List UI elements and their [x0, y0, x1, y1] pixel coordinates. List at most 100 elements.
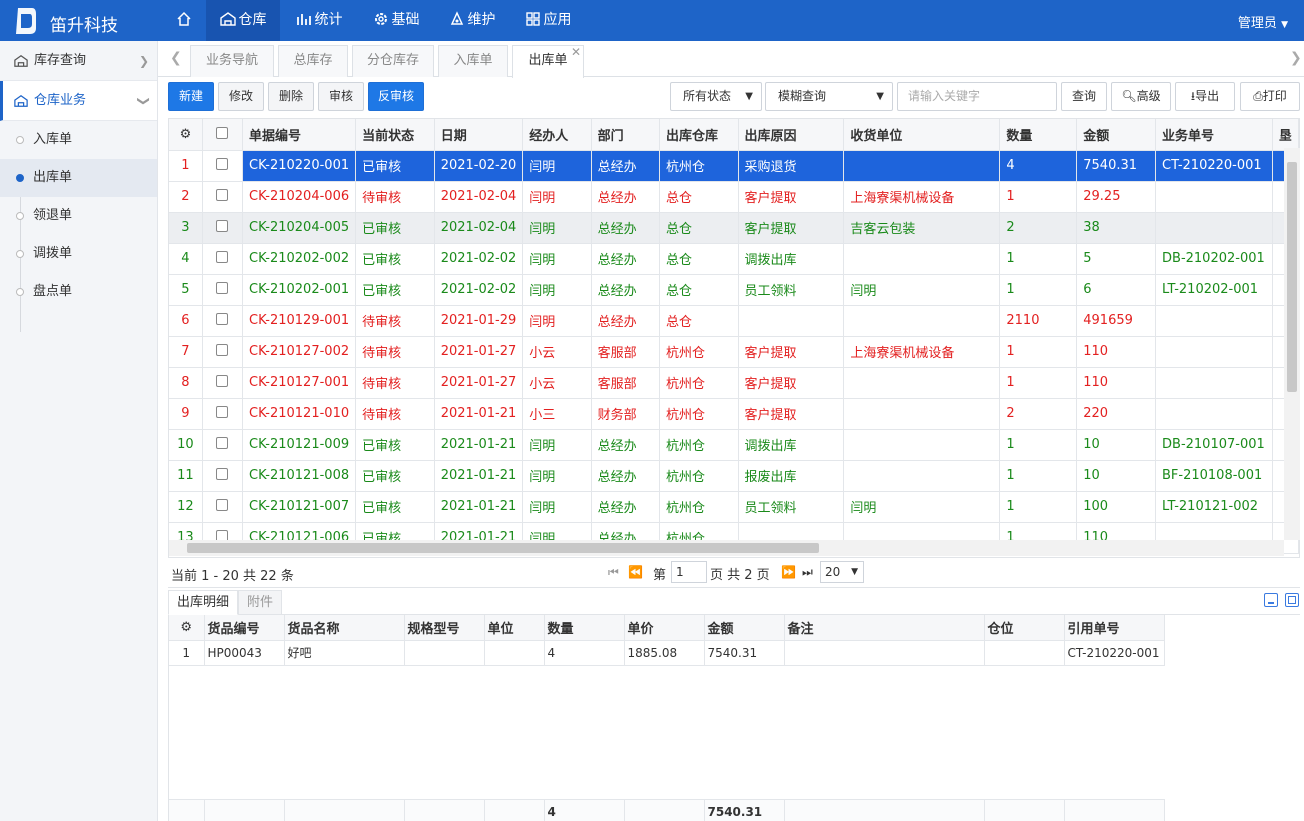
column-header[interactable]: 部门 [591, 119, 660, 151]
row-checkbox[interactable] [202, 460, 244, 492]
status-select[interactable]: 所有状态 ▼ [670, 82, 762, 111]
row-checkbox[interactable] [202, 305, 244, 337]
delete-button[interactable]: 删除 [268, 82, 314, 111]
table-row[interactable]: 5 CK-210202-001 已审核 2021-02-02 闫明 总经办 总仓 员工领料 闫明… [169, 274, 1299, 306]
row-checkbox[interactable] [202, 367, 244, 399]
row-checkbox[interactable] [202, 398, 244, 430]
nav-home[interactable] [164, 0, 206, 41]
unaudit-button[interactable]: 反审核 [368, 82, 424, 111]
page-number-input[interactable]: 1 [671, 561, 707, 583]
column-header[interactable]: 备注 [784, 615, 985, 641]
row-checkbox[interactable] [202, 212, 244, 244]
column-header[interactable]: 规格型号 [404, 615, 485, 641]
minimize-icon[interactable] [1264, 593, 1278, 607]
table-row[interactable]: 10 CK-210121-009 已审核 2021-01-21 闫明 总经办 杭州仓 调拨出库… [169, 429, 1299, 461]
column-header[interactable]: 仓位 [984, 615, 1065, 641]
advanced-button[interactable]: 🔍︎高级 [1111, 82, 1171, 111]
horizontal-scrollbar[interactable] [169, 540, 1284, 556]
table-row[interactable]: 6 CK-210129-001 待审核 2021-01-29 闫明 总经办 总仓 2110 49… [169, 305, 1299, 337]
column-header[interactable]: 数量 [544, 615, 625, 641]
table-row[interactable]: 12 CK-210121-007 已审核 2021-01-21 闫明 总经办 杭州仓 员工领料… [169, 491, 1299, 523]
detail-row[interactable]: 1 HP00043 好吧 4 1885.08 7540.31 CT-210220-001 [169, 640, 1165, 666]
nav-apps[interactable]: 应用 [512, 0, 584, 41]
close-icon[interactable]: ✕ [571, 37, 581, 67]
sidebar-item-transfer[interactable]: 调拨单 [0, 235, 157, 273]
prev-page-icon[interactable]: ⏪ [628, 565, 643, 579]
tab-total-inventory[interactable]: 总库存 [278, 45, 348, 77]
table-row[interactable]: 9 CK-210121-010 待审核 2021-01-21 小三 财务部 杭州仓 客户提取 2… [169, 398, 1299, 430]
first-page-icon[interactable]: ⏮ [608, 565, 619, 580]
sidebar-group-inventory-query[interactable]: 库存查询 ❯ [0, 41, 157, 81]
table-row[interactable]: 8 CK-210127-001 待审核 2021-01-27 小云 客服部 杭州仓 客户提取 1… [169, 367, 1299, 399]
row-checkbox[interactable] [202, 274, 244, 306]
sidebar-group-warehouse-business[interactable]: 仓库业务 ❯ [0, 81, 157, 121]
edit-button[interactable]: 修改 [218, 82, 264, 111]
row-checkbox[interactable] [202, 429, 244, 461]
keyword-input[interactable]: 请输入关键字 [897, 82, 1057, 111]
query-mode-select[interactable]: 模糊查询 ▼ [765, 82, 893, 111]
nav-basic[interactable]: 基础 [358, 0, 434, 41]
tab-outbound[interactable]: 出库单 ✕ [512, 45, 584, 78]
row-checkbox[interactable] [202, 336, 244, 368]
column-header[interactable]: 日期 [434, 119, 524, 151]
column-header[interactable]: 货品编号 [204, 615, 285, 641]
chevron-right-icon[interactable]: ❯ [1290, 50, 1302, 66]
column-header[interactable]: 出库仓库 [659, 119, 739, 151]
user-menu[interactable]: 管理员 ▼ [1238, 12, 1288, 31]
column-header[interactable]: 金额 [1076, 119, 1157, 151]
select-all-checkbox[interactable] [202, 119, 244, 151]
column-header[interactable]: 金额 [704, 615, 785, 641]
tab-branch-inventory[interactable]: 分仓库存 [352, 45, 434, 77]
row-checkbox[interactable] [202, 150, 244, 182]
column-settings-gear-icon[interactable]: ⚙ [169, 119, 203, 151]
table-cell: 2021-01-21 [434, 460, 524, 492]
tab-business-nav[interactable]: 业务导航 [190, 45, 274, 77]
column-settings-gear-icon[interactable]: ⚙ [169, 615, 205, 641]
sidebar-item-stocktake[interactable]: 盘点单 [0, 273, 157, 311]
column-header[interactable]: 单位 [484, 615, 545, 641]
nav-statistics[interactable]: 统计 [282, 0, 356, 41]
page-size-select[interactable]: 20 ▼ [820, 561, 864, 583]
column-header[interactable]: 垦 [1272, 119, 1299, 151]
table-row[interactable]: 1 CK-210220-001 已审核 2021-02-20 闫明 总经办 杭州仓 采购退货 4… [169, 150, 1299, 182]
print-button[interactable]: ⎙打印 [1240, 82, 1300, 111]
sidebar-item-inbound[interactable]: 入库单 [0, 121, 157, 159]
tab-attachment[interactable]: 附件 [238, 590, 283, 615]
nav-warehouse[interactable]: 仓库 [206, 0, 280, 41]
vertical-scrollbar[interactable] [1284, 148, 1300, 540]
export-button[interactable]: ⭳导出 [1175, 82, 1235, 111]
last-page-icon[interactable]: ⏭ [802, 565, 813, 580]
column-header[interactable]: 引用单号 [1064, 615, 1165, 641]
query-button[interactable]: 查询 [1061, 82, 1107, 111]
column-header[interactable]: 业务单号 [1155, 119, 1273, 151]
row-checkbox[interactable] [202, 243, 244, 275]
sidebar-item-return[interactable]: 领退单 [0, 197, 157, 235]
table-row[interactable]: 4 CK-210202-002 已审核 2021-02-02 闫明 总经办 总仓 调拨出库 1 5… [169, 243, 1299, 275]
next-page-icon[interactable]: ⏩ [781, 565, 796, 579]
table-row[interactable]: 7 CK-210127-002 待审核 2021-01-27 小云 客服部 杭州仓 客户提取上… [169, 336, 1299, 368]
column-header[interactable]: 单据编号 [242, 119, 357, 151]
column-header[interactable]: 数量 [999, 119, 1078, 151]
chevron-left-icon[interactable]: ❮ [170, 50, 182, 66]
table-cell: 待审核 [355, 367, 435, 399]
table-cell: 闫明 [522, 150, 592, 182]
column-header[interactable]: 经办人 [522, 119, 592, 151]
new-button[interactable]: 新建 [168, 82, 214, 111]
column-header[interactable]: 单价 [624, 615, 705, 641]
column-header[interactable]: 当前状态 [355, 119, 435, 151]
nav-maintain[interactable]: 维护 [436, 0, 508, 41]
audit-button[interactable]: 审核 [318, 82, 364, 111]
table-row[interactable]: 2 CK-210204-006 待审核 2021-02-04 闫明 总经办 总仓 客户提取 上海… [169, 181, 1299, 213]
column-header[interactable]: 收货单位 [843, 119, 1001, 151]
tab-outbound-detail[interactable]: 出库明细 [168, 590, 239, 615]
table-cell [738, 305, 845, 337]
maximize-icon[interactable] [1285, 593, 1299, 607]
row-checkbox[interactable] [202, 491, 244, 523]
sidebar-item-outbound[interactable]: 出库单 [0, 159, 157, 197]
table-row[interactable]: 11 CK-210121-008 已审核 2021-01-21 闫明 总经办 杭州仓 报废出库… [169, 460, 1299, 492]
row-checkbox[interactable] [202, 181, 244, 213]
tab-inbound[interactable]: 入库单 [438, 45, 508, 77]
column-header[interactable]: 货品名称 [284, 615, 405, 641]
table-row[interactable]: 3 CK-210204-005 已审核 2021-02-04 闫明 总经办 总仓 客户提取 吉客… [169, 212, 1299, 244]
column-header[interactable]: 出库原因 [738, 119, 845, 151]
